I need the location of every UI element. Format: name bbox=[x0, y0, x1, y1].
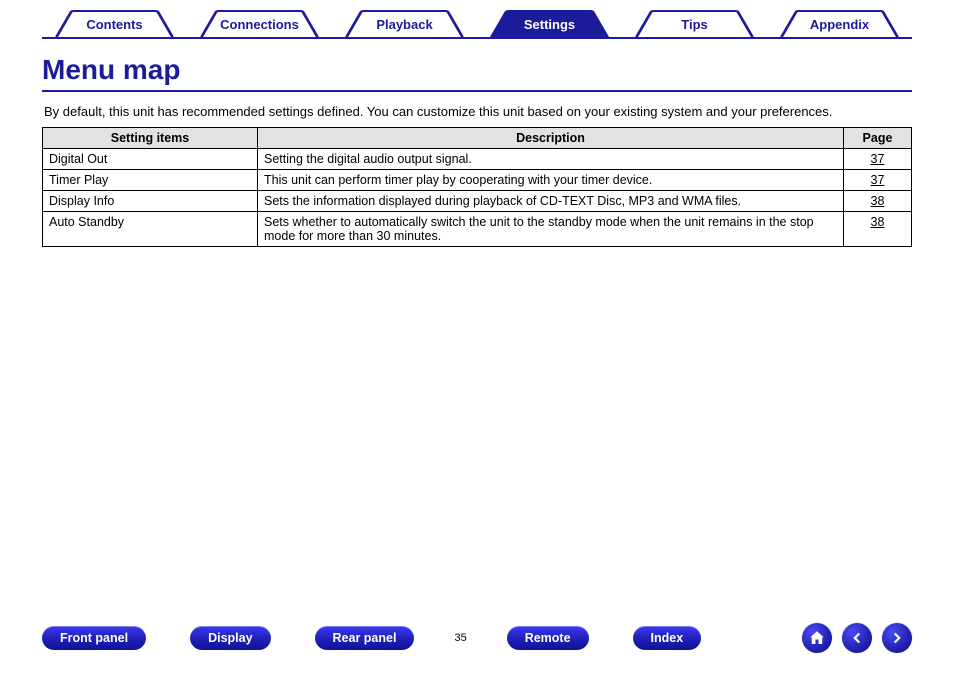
cell-desc: Sets whether to automatically switch the… bbox=[258, 212, 844, 247]
tab-playback[interactable]: Playback bbox=[332, 10, 477, 38]
page-title: Menu map bbox=[42, 54, 912, 86]
top-tabs: Contents Connections Playback Settings T… bbox=[42, 10, 912, 38]
cell-page: 38 bbox=[844, 212, 912, 247]
cell-item: Display Info bbox=[43, 191, 258, 212]
tab-settings[interactable]: Settings bbox=[477, 10, 622, 38]
prev-page-button[interactable] bbox=[842, 623, 872, 653]
page-link[interactable]: 37 bbox=[871, 173, 885, 187]
home-button[interactable] bbox=[802, 623, 832, 653]
home-icon bbox=[808, 629, 826, 647]
arrow-left-icon bbox=[848, 629, 866, 647]
cell-item: Auto Standby bbox=[43, 212, 258, 247]
cell-page: 38 bbox=[844, 191, 912, 212]
cell-desc: This unit can perform timer play by coop… bbox=[258, 170, 844, 191]
cell-desc: Sets the information displayed during pl… bbox=[258, 191, 844, 212]
rear-panel-button[interactable]: Rear panel bbox=[315, 626, 415, 650]
tab-tips[interactable]: Tips bbox=[622, 10, 767, 38]
table-row: Timer Play This unit can perform timer p… bbox=[43, 170, 912, 191]
tab-underline bbox=[42, 37, 912, 39]
arrow-right-icon bbox=[888, 629, 906, 647]
tab-contents[interactable]: Contents bbox=[42, 10, 187, 38]
page-link[interactable]: 38 bbox=[871, 215, 885, 229]
footer: Front panel Display Rear panel 35 Remote… bbox=[42, 623, 912, 653]
table-row: Digital Out Setting the digital audio ou… bbox=[43, 149, 912, 170]
tab-connections[interactable]: Connections bbox=[187, 10, 332, 38]
cell-desc: Setting the digital audio output signal. bbox=[258, 149, 844, 170]
remote-button[interactable]: Remote bbox=[507, 626, 589, 650]
display-button[interactable]: Display bbox=[190, 626, 270, 650]
cell-page: 37 bbox=[844, 149, 912, 170]
table-header-row: Setting items Description Page bbox=[43, 128, 912, 149]
page-body: Menu map By default, this unit has recom… bbox=[42, 48, 912, 247]
table-row: Display Info Sets the information displa… bbox=[43, 191, 912, 212]
header-description: Description bbox=[258, 128, 844, 149]
cell-page: 37 bbox=[844, 170, 912, 191]
page-link[interactable]: 38 bbox=[871, 194, 885, 208]
cell-item: Timer Play bbox=[43, 170, 258, 191]
next-page-button[interactable] bbox=[882, 623, 912, 653]
cell-item: Digital Out bbox=[43, 149, 258, 170]
settings-table: Setting items Description Page Digital O… bbox=[42, 127, 912, 247]
page-number: 35 bbox=[454, 632, 466, 644]
tab-appendix[interactable]: Appendix bbox=[767, 10, 912, 38]
page-link[interactable]: 37 bbox=[871, 152, 885, 166]
table-row: Auto Standby Sets whether to automatical… bbox=[43, 212, 912, 247]
front-panel-button[interactable]: Front panel bbox=[42, 626, 146, 650]
header-page: Page bbox=[844, 128, 912, 149]
intro-text: By default, this unit has recommended se… bbox=[44, 104, 912, 119]
title-underline bbox=[42, 90, 912, 92]
header-setting-items: Setting items bbox=[43, 128, 258, 149]
index-button[interactable]: Index bbox=[633, 626, 702, 650]
